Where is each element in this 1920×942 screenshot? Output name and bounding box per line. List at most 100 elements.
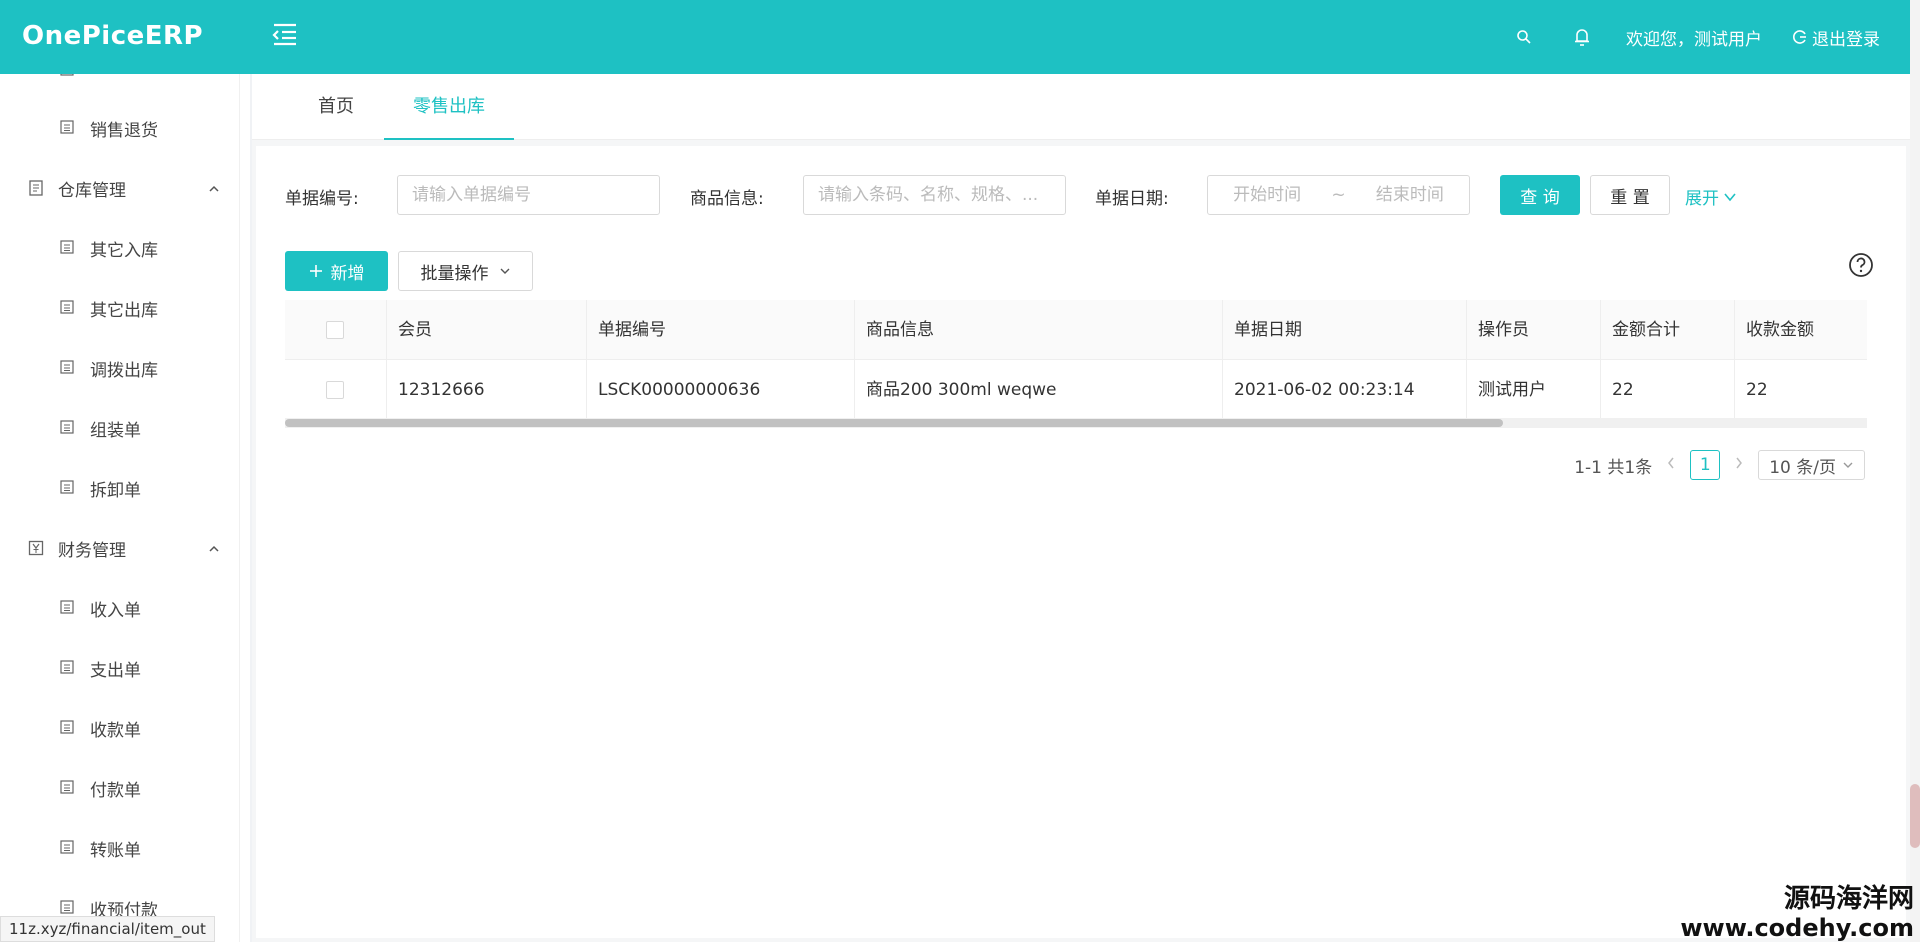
cell-operator: 测试用户: [1467, 360, 1601, 420]
sidebar-item-assembly[interactable]: 组装单: [0, 408, 239, 448]
logout-button[interactable]: 退出登录: [1792, 25, 1880, 50]
cell-goods: 商品200 300ml weqwe: [855, 360, 1223, 420]
sidebar-item-label: 其它出库: [90, 300, 158, 321]
list-icon: [60, 74, 76, 78]
watermark-line2: www.codehy.com: [1680, 914, 1914, 942]
cell-date: 2021-06-02 00:23:14: [1223, 360, 1467, 420]
menu-collapse-icon[interactable]: [272, 22, 302, 50]
sidebar-item-payment[interactable]: 付款单: [0, 768, 239, 808]
next-page-icon[interactable]: [1734, 455, 1744, 475]
search-icon[interactable]: [1510, 23, 1538, 51]
plus-icon: [309, 265, 322, 277]
add-button[interactable]: 新增: [285, 251, 388, 291]
sidebar-item-label: 调拨出库: [90, 360, 158, 381]
sidebar-item-expense[interactable]: 支出单: [0, 648, 239, 688]
top-header: OnePiceERP 欢迎您，测试用户 退出登录: [0, 0, 1910, 74]
finance-icon: [28, 540, 44, 556]
bill-no-label: 单据编号:: [285, 189, 359, 209]
expand-label: 展开: [1685, 189, 1719, 209]
list-icon: [60, 420, 76, 436]
help-icon[interactable]: [1848, 252, 1874, 283]
bill-no-input[interactable]: 请输入单据编号: [397, 175, 660, 215]
column-header[interactable]: 商品信息: [855, 300, 1223, 360]
sidebar-group-label: 财务管理: [58, 540, 126, 561]
expand-link[interactable]: 展开: [1685, 184, 1737, 209]
chevron-down-icon: [1724, 192, 1736, 201]
sidebar-item-label: 支出单: [90, 660, 141, 681]
list-icon: [60, 720, 76, 736]
sidebar-item-label: 收款单: [90, 720, 141, 741]
sidebar-item-label: 组装单: [90, 420, 141, 441]
bell-icon[interactable]: [1568, 23, 1596, 51]
reset-button[interactable]: 重 置: [1590, 175, 1670, 215]
chevron-up-icon: [208, 540, 220, 560]
page-number[interactable]: 1: [1690, 450, 1721, 480]
sidebar-item-disassembly[interactable]: 拆卸单: [0, 468, 239, 508]
warehouse-icon: [28, 180, 44, 196]
table-header: 会员 单据编号 商品信息 单据日期 操作员 金额合计 收款金额: [285, 300, 1867, 360]
cell-received: 22: [1746, 380, 1768, 400]
list-icon: [60, 300, 76, 316]
chevron-down-icon: [500, 268, 509, 274]
goods-input[interactable]: 请输入条码、名称、规格、...: [803, 175, 1066, 215]
sidebar-item-label: 收入单: [90, 600, 141, 621]
list-icon: [60, 120, 76, 136]
watermark: 源码海洋网 www.codehy.com: [1680, 884, 1914, 942]
app-logo[interactable]: OnePiceERP: [22, 21, 203, 51]
sidebar-item-label: 转账单: [90, 840, 141, 861]
page-size-label: 10 条/页: [1769, 457, 1836, 478]
sidebar-item-label: 拆卸单: [90, 480, 141, 501]
sidebar-item-sales-return[interactable]: 销售退货: [0, 108, 239, 148]
range-separator: ~: [1331, 185, 1346, 205]
list-icon: [60, 480, 76, 496]
sidebar-item-label: 其它入库: [90, 240, 158, 261]
sidebar-item-transfer-out[interactable]: 调拨出库: [0, 348, 239, 388]
list-icon: [60, 840, 76, 856]
column-header[interactable]: 金额合计: [1601, 300, 1735, 360]
tabs-bar: 首页 零售出库: [252, 74, 1910, 140]
start-date-input[interactable]: 开始时间: [1233, 176, 1301, 214]
column-header[interactable]: 会员: [387, 300, 587, 360]
cell-bill-no[interactable]: LSCK00000000636: [587, 360, 855, 420]
column-header[interactable]: 单据日期: [1223, 300, 1467, 360]
date-label: 单据日期:: [1095, 189, 1169, 209]
table-row[interactable]: 12312666 LSCK00000000636 商品200 300ml weq…: [285, 360, 1867, 420]
sidebar-item-partial[interactable]: [0, 74, 239, 90]
batch-label: 批量操作: [420, 263, 489, 284]
batch-actions-dropdown[interactable]: 批量操作: [398, 251, 533, 291]
sidebar-item-income[interactable]: 收入单: [0, 588, 239, 628]
watermark-line1: 源码海洋网: [1783, 884, 1914, 914]
list-icon: [60, 600, 76, 616]
page-size-select[interactable]: 10 条/页: [1758, 450, 1865, 480]
prev-page-icon[interactable]: [1666, 455, 1676, 475]
sidebar-item-label: 销售退货: [90, 120, 158, 141]
table-horizontal-scrollbar[interactable]: [285, 418, 1867, 428]
column-header[interactable]: 单据编号: [587, 300, 855, 360]
date-range-picker[interactable]: 开始时间 ~ 结束时间: [1207, 175, 1470, 215]
query-button[interactable]: 查 询: [1500, 175, 1580, 215]
row-checkbox[interactable]: [326, 381, 344, 399]
column-header[interactable]: 收款金额: [1735, 300, 1867, 360]
sidebar-group-finance[interactable]: 财务管理: [0, 528, 239, 568]
user-welcome[interactable]: 欢迎您，测试用户: [1626, 25, 1762, 50]
window-scrollbar-thumb[interactable]: [1910, 784, 1920, 848]
tab-home[interactable]: 首页: [306, 92, 366, 140]
sidebar-item-receipt[interactable]: 收款单: [0, 708, 239, 748]
scrollbar-thumb[interactable]: [285, 419, 1503, 427]
cell-total: 22: [1601, 360, 1735, 420]
sidebar-group-warehouse[interactable]: 仓库管理: [0, 168, 239, 208]
pagination-summary: 1-1 共1条: [1574, 457, 1653, 478]
goods-label: 商品信息:: [690, 189, 764, 209]
sidebar-item-other-out[interactable]: 其它出库: [0, 288, 239, 328]
select-all-cell: [285, 300, 387, 360]
list-icon: [60, 240, 76, 256]
end-date-input[interactable]: 结束时间: [1376, 176, 1444, 214]
status-url: 11z.xyz/financial/item_out: [0, 916, 215, 942]
list-icon: [60, 660, 76, 676]
list-icon: [60, 900, 76, 916]
sidebar-item-transfer[interactable]: 转账单: [0, 828, 239, 868]
select-all-checkbox[interactable]: [326, 321, 344, 339]
tab-retail-out[interactable]: 零售出库: [384, 92, 514, 140]
sidebar-item-other-in[interactable]: 其它入库: [0, 228, 239, 268]
column-header[interactable]: 操作员: [1467, 300, 1601, 360]
